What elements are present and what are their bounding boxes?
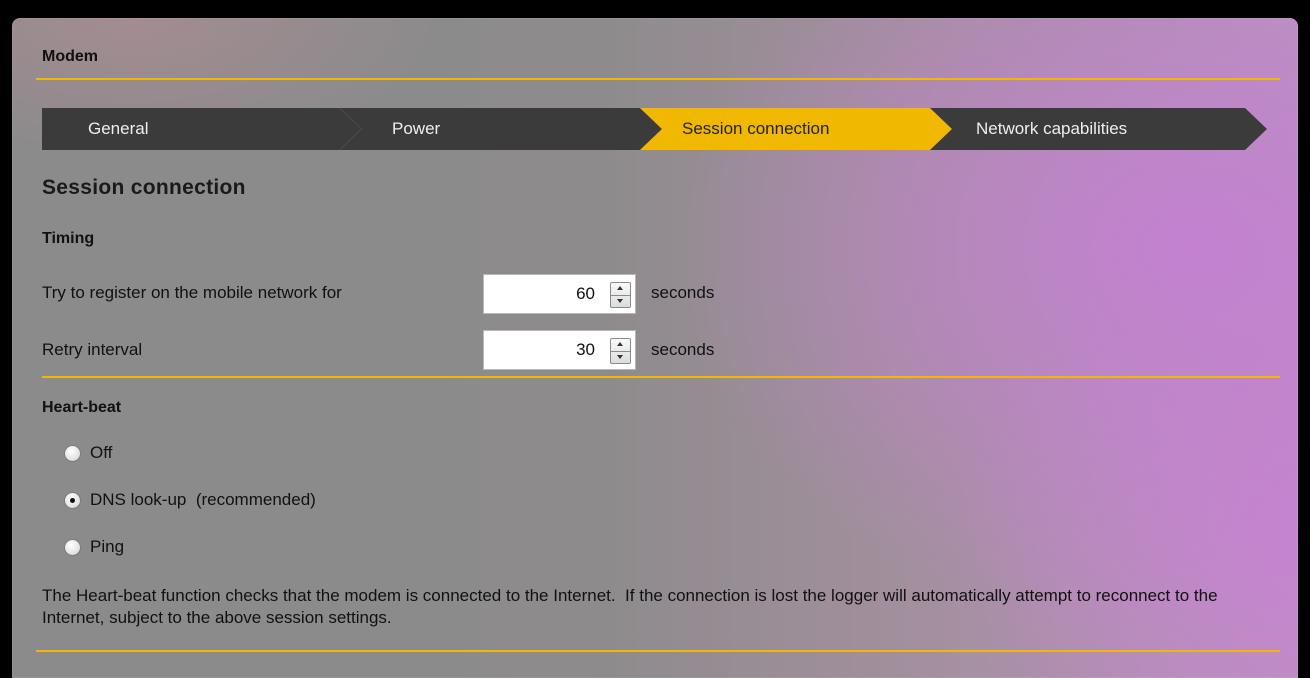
title-divider: [36, 78, 1280, 80]
step-navigation: General Power Session connection Network…: [42, 108, 1267, 150]
retry-interval-spinner[interactable]: 30: [483, 330, 636, 370]
heartbeat-option-ping[interactable]: Ping: [64, 537, 124, 557]
arrow-down-icon: [617, 299, 623, 303]
section-title: Session connection: [42, 176, 246, 199]
step-power-label: Power: [392, 119, 441, 138]
step-power[interactable]: Power: [340, 108, 662, 150]
step-general[interactable]: General: [42, 108, 362, 150]
heartbeat-description: The Heart-beat function checks that the …: [42, 586, 1223, 627]
retry-interval-value[interactable]: 30: [576, 331, 595, 369]
radio-dns-label: DNS look-up (recommended): [90, 490, 316, 509]
register-duration-stepper: [610, 282, 631, 308]
retry-decrement-button[interactable]: [611, 351, 630, 363]
register-duration-value[interactable]: 60: [576, 275, 595, 313]
step-session-connection-label: Session connection: [682, 119, 830, 138]
timing-divider: [42, 376, 1280, 378]
arrow-down-icon: [617, 355, 623, 359]
step-general-label: General: [88, 119, 149, 138]
retry-interval-stepper: [610, 338, 631, 364]
register-label: Try to register on the mobile network fo…: [42, 283, 342, 302]
step-network-capabilities-label: Network capabilities: [976, 119, 1128, 138]
panel-title: Modem: [42, 48, 98, 65]
retry-label: Retry interval: [42, 340, 143, 359]
radio-ping-label: Ping: [90, 537, 125, 556]
bottom-divider: [36, 650, 1280, 652]
radio-off[interactable]: [64, 444, 81, 462]
register-unit: seconds: [651, 283, 715, 302]
arrow-up-icon: [617, 342, 623, 346]
arrow-up-icon: [617, 286, 623, 290]
step-network-capabilities[interactable]: Network capabilities: [930, 108, 1267, 150]
step-power-shape: [340, 108, 662, 150]
timing-heading: Timing: [42, 230, 95, 247]
register-decrement-button[interactable]: [611, 295, 630, 307]
radio-dns[interactable]: [64, 491, 81, 509]
heartbeat-option-off[interactable]: Off: [64, 443, 112, 463]
heartbeat-option-dns[interactable]: DNS look-up (recommended): [64, 490, 316, 510]
modem-panel: Modem General Power Session connection N…: [12, 18, 1298, 678]
step-session-connection[interactable]: Session connection: [640, 108, 952, 150]
radio-ping[interactable]: [64, 538, 81, 556]
register-duration-spinner[interactable]: 60: [483, 274, 636, 314]
radio-off-label: Off: [90, 443, 113, 462]
retry-unit: seconds: [651, 340, 715, 359]
heartbeat-heading: Heart-beat: [42, 399, 122, 416]
